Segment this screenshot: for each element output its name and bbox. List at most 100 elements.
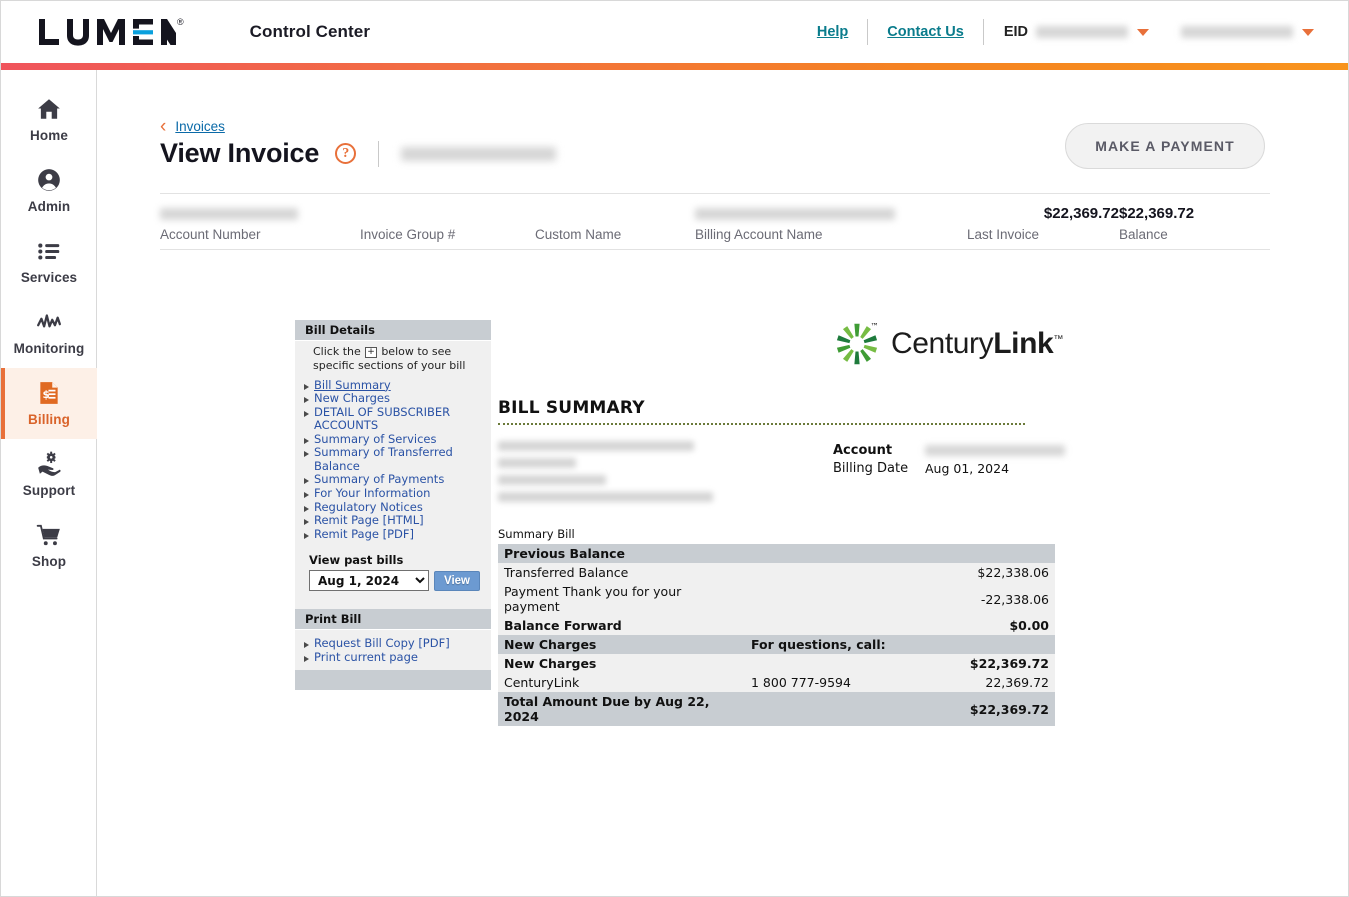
note-prefix: Click the <box>313 345 361 358</box>
sidebar-item-label: Monitoring <box>13 341 85 356</box>
print-link-row[interactable]: Print current page <box>301 650 485 665</box>
custom-name-value <box>535 205 695 223</box>
row-amount: $0.00 <box>925 616 1055 635</box>
user-circle-icon <box>38 169 60 191</box>
bill-section-link-row[interactable]: Regulatory Notices <box>301 500 485 515</box>
sidebar-item-monitoring[interactable]: Monitoring <box>1 297 97 368</box>
header-right-group: Help Contact Us EID <box>804 14 1318 50</box>
sidebar-item-label: Support <box>22 483 76 498</box>
sidebar-item-label: Shop <box>31 554 67 569</box>
triangle-bullet-icon <box>304 642 309 649</box>
eid-selector[interactable]: EID <box>990 24 1157 40</box>
sidebar-item-services[interactable]: Services <box>1 226 97 297</box>
balance-value: $22,369.72 <box>1119 205 1195 222</box>
link-new-charges[interactable]: New Charges <box>314 391 390 406</box>
link-request-bill-copy-pdf[interactable]: Request Bill Copy [PDF] <box>314 637 450 651</box>
control-center-page: ® Control Center Help Contact Us EID Hom… <box>0 0 1349 897</box>
centurylink-pinwheel-icon: ™ <box>836 321 879 365</box>
dotted-divider <box>498 423 1025 425</box>
contact-us-link[interactable]: Contact Us <box>874 24 977 40</box>
svg-text:$: $ <box>43 389 50 401</box>
link-remit-page-pdf[interactable]: Remit Page [PDF] <box>314 527 414 542</box>
breadcrumb-invoices-link[interactable]: Invoices <box>175 119 225 134</box>
link-summary-of-services[interactable]: Summary of Services <box>314 432 436 447</box>
svg-text:™: ™ <box>871 321 879 331</box>
print-link-row[interactable]: Request Bill Copy [PDF] <box>301 637 485 651</box>
table-row: Total Amount Due by Aug 22, 2024 $22,369… <box>498 692 1055 726</box>
bill-section-link-row[interactable]: DETAIL OF SUBSCRIBER ACCOUNTS <box>301 405 485 433</box>
link-for-your-information[interactable]: For Your Information <box>314 486 430 501</box>
triangle-bullet-icon <box>304 655 309 662</box>
print-bill-links: Request Bill Copy [PDF] Print current pa… <box>295 630 491 670</box>
sidebar-item-home[interactable]: Home <box>1 84 97 155</box>
bill-section-link-row[interactable]: Bill Summary <box>301 378 485 393</box>
link-bill-summary[interactable]: Bill Summary <box>314 378 391 393</box>
table-row: Previous Balance <box>498 544 1055 563</box>
print-bill-header: Print Bill <box>295 609 491 631</box>
triangle-bullet-icon <box>304 492 309 498</box>
invoice-group-label: Invoice Group # <box>360 227 456 242</box>
sidebar-item-support[interactable]: Support <box>1 439 97 510</box>
link-print-current-page[interactable]: Print current page <box>314 650 418 665</box>
triangle-bullet-icon <box>304 410 309 417</box>
lumen-logo[interactable]: ® <box>37 17 184 47</box>
row-mid: 1 800 777-9594 <box>745 673 925 692</box>
sidebar-item-billing[interactable]: $ Billing <box>1 368 97 439</box>
bill-section-link-row[interactable]: Summary of Transferred Balance <box>301 445 485 473</box>
row-amount: $22,338.06 <box>925 563 1055 582</box>
triangle-bullet-icon <box>304 437 309 444</box>
bill-details-panel: Bill Details Click the + below to see sp… <box>295 320 491 691</box>
bill-section-link-row[interactable]: Summary of Payments <box>301 473 485 487</box>
balance-label: Balance <box>1119 227 1168 242</box>
bill-summary-table: Previous Balance Transferred Balance $22… <box>498 544 1055 726</box>
sidebar-item-admin[interactable]: Admin <box>1 155 97 226</box>
bill-document: ™ CenturyLink™ BILL SUMMARY Account Bill… <box>498 320 1068 726</box>
sidebar-item-label: Home <box>30 128 68 143</box>
row-amount: -22,338.06 <box>925 582 1055 616</box>
user-account-selector[interactable] <box>1157 26 1318 38</box>
cart-icon <box>36 524 60 546</box>
chevron-down-icon[interactable] <box>1137 28 1149 36</box>
table-row: Balance Forward $0.00 <box>498 616 1055 635</box>
account-value-redacted <box>925 445 1065 456</box>
bill-section-link-row[interactable]: Remit Page [HTML] <box>301 514 485 528</box>
brand-century: Century <box>891 327 994 360</box>
invoice-number-redacted <box>401 146 557 161</box>
account-summary-strip: Account Number Invoice Group # Custom Na… <box>160 193 1270 250</box>
row-mid <box>745 582 925 616</box>
link-remit-page-html[interactable]: Remit Page [HTML] <box>314 514 424 528</box>
chevron-down-icon[interactable] <box>1302 28 1314 36</box>
triangle-bullet-icon <box>304 478 309 485</box>
support-hand-icon <box>38 451 61 476</box>
balance-cell: $22,369.72 Balance <box>1119 194 1269 242</box>
bill-section-links: Bill Summary New Charges DETAIL OF SUBSC… <box>295 378 491 548</box>
bill-section-link-row[interactable]: For Your Information <box>301 486 485 501</box>
link-summary-of-transferred-balance[interactable]: Summary of Transferred Balance <box>314 445 485 473</box>
link-regulatory-notices[interactable]: Regulatory Notices <box>314 500 423 515</box>
table-row: New Charges $22,369.72 <box>498 654 1055 673</box>
row-label: Total Amount Due by Aug 22, 2024 <box>498 692 745 726</box>
past-bills-date-select[interactable]: Aug 1, 2024 <box>309 570 429 592</box>
help-question-icon[interactable]: ? <box>335 143 357 164</box>
make-a-payment-button[interactable]: MAKE A PAYMENT <box>1065 123 1265 169</box>
bill-section-link-row[interactable]: Summary of Services <box>301 432 485 447</box>
bill-section-link-row[interactable]: New Charges <box>301 391 485 406</box>
breadcrumb[interactable]: ‹ Invoices <box>160 117 225 136</box>
header-divider-1 <box>867 19 869 45</box>
table-row: Payment Thank you for your payment -22,3… <box>498 582 1055 616</box>
title-divider <box>378 140 380 167</box>
row-mid <box>745 692 925 726</box>
sidebar-item-shop[interactable]: Shop <box>1 510 97 581</box>
help-link[interactable]: Help <box>804 24 861 40</box>
brand-link: Link <box>993 327 1054 360</box>
invoice-group-value <box>360 205 535 223</box>
link-detail-of-subscriber-accounts[interactable]: DETAIL OF SUBSCRIBER ACCOUNTS <box>314 405 485 433</box>
sidebar-item-label: Services <box>20 270 78 285</box>
view-past-bills-label: View past bills <box>309 553 404 568</box>
row-amount <box>925 635 1055 654</box>
address-and-account-block: Account Billing Date Aug 01, 2024 <box>498 441 1068 509</box>
bill-section-link-row[interactable]: Remit Page [PDF] <box>301 527 485 542</box>
view-past-bill-button[interactable]: View <box>434 570 480 591</box>
link-summary-of-payments[interactable]: Summary of Payments <box>314 473 444 487</box>
invoice-group-cell: Invoice Group # <box>360 194 535 242</box>
